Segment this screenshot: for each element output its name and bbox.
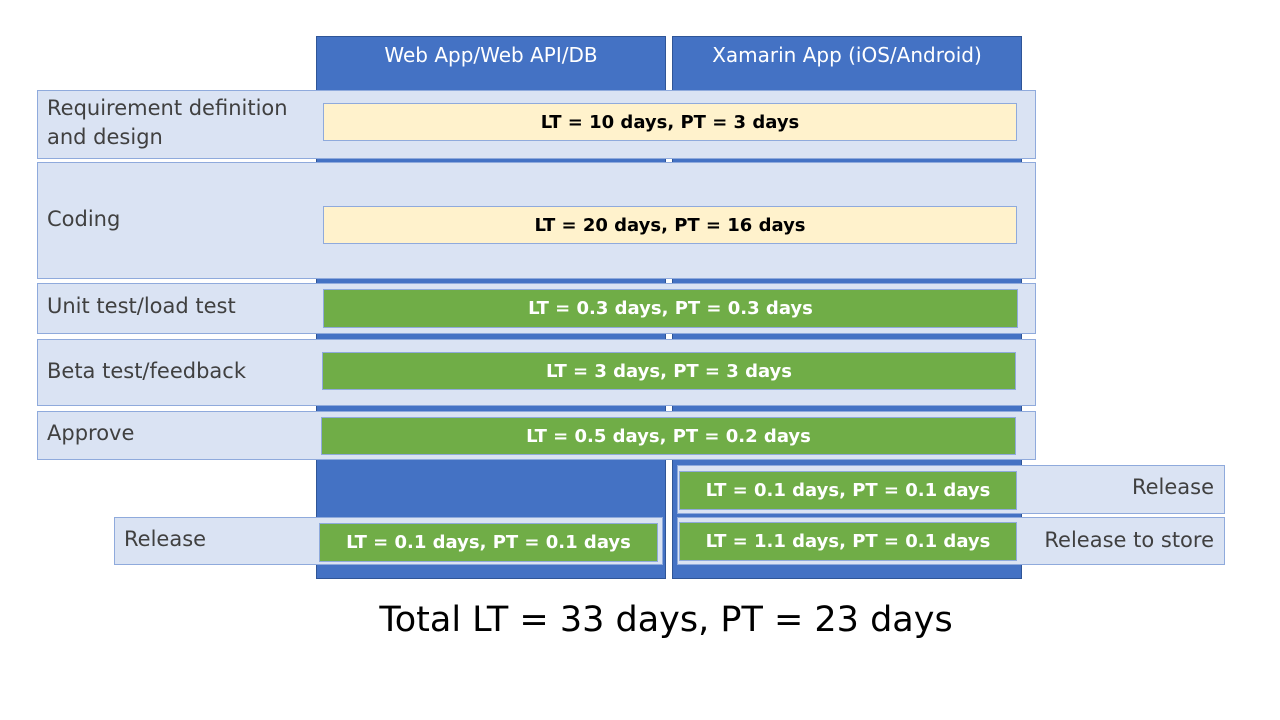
phase-bar-approve: LT = 0.5 days, PT = 0.2 days [321, 417, 1016, 455]
xamarin-store-label: Release to store [1044, 528, 1214, 552]
web-column-title: Web App/Web API/DB [384, 43, 598, 67]
total-summary: Total LT = 33 days, PT = 23 days [379, 600, 953, 640]
phase-bar-coding: LT = 20 days, PT = 16 days [323, 206, 1017, 244]
phase-label-approve: Approve [47, 421, 135, 445]
xamarin-column-title: Xamarin App (iOS/Android) [712, 43, 982, 67]
phase-bar-requirement: LT = 10 days, PT = 3 days [323, 103, 1017, 141]
xamarin-release-bar: LT = 0.1 days, PT = 0.1 days [679, 471, 1017, 510]
xamarin-release-label: Release [1131, 475, 1214, 499]
web-release-bar: LT = 0.1 days, PT = 0.1 days [319, 523, 658, 562]
phase-bar-beta-test: LT = 3 days, PT = 3 days [322, 352, 1016, 390]
xamarin-store-bar: LT = 1.1 days, PT = 0.1 days [679, 522, 1017, 561]
web-release-label: Release [124, 527, 207, 551]
phase-label-unit-test: Unit test/load test [47, 294, 236, 318]
phase-label-coding: Coding [47, 207, 121, 231]
phase-label-requirement: Requirement definition and design [47, 96, 288, 149]
phase-label-beta-test: Beta test/feedback [47, 359, 246, 383]
phase-bar-unit-test: LT = 0.3 days, PT = 0.3 days [323, 289, 1018, 328]
